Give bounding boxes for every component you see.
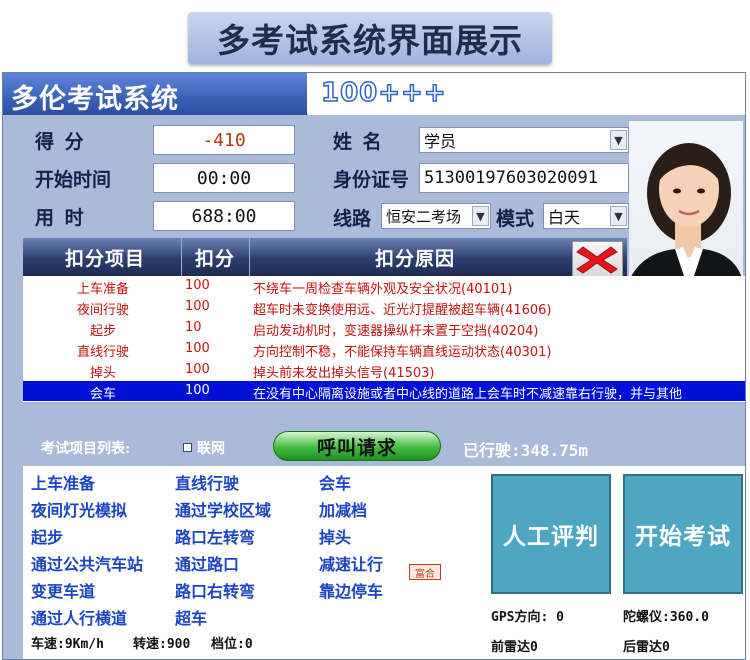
- route-select[interactable]: 恒安二考场 ▼: [381, 203, 491, 229]
- exam-item[interactable]: 通过路口: [175, 551, 239, 575]
- exam-item[interactable]: 通过公共汽车站: [31, 551, 143, 575]
- call-request-button[interactable]: 呼叫请求: [273, 431, 441, 461]
- row-reason: 不绕车一周检查车辆外观及安全状况(40101): [253, 282, 513, 297]
- exam-item[interactable]: 直线行驶: [175, 470, 239, 494]
- chevron-down-icon[interactable]: ▼: [610, 130, 627, 150]
- exam-item[interactable]: 路口右转弯: [175, 578, 255, 602]
- exam-item[interactable]: 路口左转弯: [175, 524, 255, 548]
- exam-item[interactable]: 上车准备: [31, 470, 95, 494]
- route-label: 线路: [333, 208, 372, 230]
- table-row[interactable]: 上车准备 100 不绕车一周检查车辆外观及安全状况(40101): [23, 276, 745, 297]
- row-item: 掉头: [89, 366, 116, 381]
- gps-direction-readout: GPS方向: 0: [491, 610, 564, 625]
- id-number-label: 身份证号: [333, 169, 410, 191]
- row-points: 100: [185, 383, 210, 398]
- deduction-table-header: 扣分项目 扣分 扣分原因: [23, 238, 627, 276]
- row-reason: 在没有中心隔离设施或者中心线的道路上会车时不减速靠右行驶，并与其他: [253, 387, 683, 402]
- exam-item[interactable]: 掉头: [319, 524, 351, 548]
- score-label: 得 分: [35, 131, 86, 153]
- network-checkbox[interactable]: [183, 443, 192, 452]
- exam-item[interactable]: 起步: [31, 524, 63, 548]
- candidate-info-panel: 得 分 -410 开始时间 00:00 用 时 688:00 姓 名 学员 ▼ …: [15, 115, 635, 237]
- mode-select[interactable]: 白天 ▼: [543, 203, 629, 229]
- row-item: 起步: [89, 324, 116, 339]
- manual-judge-button[interactable]: 人工评判: [491, 474, 611, 594]
- exam-list-label: 考试项目列表:: [41, 441, 131, 457]
- exam-item[interactable]: 通过学校区域: [175, 497, 271, 521]
- row-points: 100: [185, 362, 210, 377]
- speed-readout: 车速:9Km/h: [31, 637, 104, 652]
- score-field: -410: [153, 125, 295, 155]
- header-divider: [181, 238, 182, 276]
- exam-item-list-bar: 考试项目列表: 联网 呼叫请求 已行驶:348.75m: [23, 429, 745, 465]
- table-row-selected[interactable]: 会车 100 在没有中心隔离设施或者中心线的道路上会车时不减速靠右行驶，并与其他: [23, 381, 745, 402]
- network-label: 联网: [197, 441, 225, 457]
- row-points: 100: [185, 341, 210, 356]
- row-reason: 超车时未变换使用远、近光灯提醒被超车辆(41606): [253, 303, 552, 318]
- close-button[interactable]: [572, 241, 623, 278]
- app-title: 多伦考试系统: [11, 84, 179, 115]
- exam-item[interactable]: 减速让行: [319, 551, 383, 575]
- chevron-down-icon[interactable]: ▼: [610, 206, 627, 226]
- title-code-area: 100+++: [307, 73, 745, 115]
- col-header-reason: 扣分原因: [375, 248, 456, 270]
- row-reason: 方向控制不稳，不能保持车辆直线运动状态(40301): [253, 345, 552, 360]
- row-points: 100: [185, 278, 210, 293]
- rpm-readout: 转速:900: [133, 637, 191, 652]
- start-exam-button[interactable]: 开始考试: [623, 474, 743, 594]
- exam-item[interactable]: 会车: [319, 470, 351, 494]
- rear-radar-readout: 后雷达0: [623, 640, 670, 655]
- row-item: 直线行驶: [76, 345, 129, 360]
- app-code: 100+++: [320, 77, 447, 109]
- table-row[interactable]: 掉头 100 掉头前未发出掉头信号(41503): [23, 360, 745, 381]
- col-header-item: 扣分项目: [65, 248, 146, 270]
- banner-title: 多考试系统界面展示: [217, 21, 523, 60]
- row-reason: 启动发动机时，变速器操纵杆未置于空挡(40204): [253, 324, 539, 339]
- name-value: 学员: [424, 132, 457, 151]
- header-divider: [249, 238, 250, 276]
- duration-field: 688:00: [153, 201, 295, 231]
- chevron-down-icon[interactable]: ▼: [472, 206, 489, 226]
- row-item: 夜间行驶: [76, 303, 129, 318]
- row-points: 10: [185, 320, 202, 335]
- exam-app-window: 多伦考试系统 100+++ 得 分 -410 开始时间 00:00 用 时 68…: [2, 72, 746, 660]
- col-header-points: 扣分: [195, 248, 236, 270]
- gear-readout: 档位:0: [211, 637, 253, 652]
- route-value: 恒安二考场: [386, 207, 462, 226]
- row-item: 上车准备: [76, 282, 129, 297]
- close-icon[interactable]: [573, 242, 622, 277]
- id-number-field: 51300197603020091: [419, 163, 629, 193]
- deduction-table-body: 上车准备 100 不绕车一周检查车辆外观及安全状况(40101) 夜间行驶 10…: [23, 276, 745, 402]
- mode-label: 模式: [496, 208, 535, 230]
- table-row[interactable]: 夜间行驶 100 超车时未变换使用远、近光灯提醒被超车辆(41606): [23, 297, 745, 318]
- distance-travelled: 已行驶:348.75m: [463, 441, 589, 460]
- banner: 多考试系统界面展示: [188, 12, 552, 64]
- exam-item[interactable]: 超车: [175, 605, 207, 629]
- front-radar-readout: 前雷达0: [491, 640, 538, 655]
- exam-item[interactable]: 靠边停车: [319, 578, 383, 602]
- duration-label: 用 时: [35, 207, 86, 229]
- exam-item[interactable]: 变更车道: [31, 578, 95, 602]
- table-row[interactable]: 起步 10 启动发动机时，变速器操纵杆未置于空挡(40204): [23, 318, 745, 339]
- name-select[interactable]: 学员 ▼: [419, 127, 629, 153]
- row-reason: 掉头前未发出掉头信号(41503): [253, 366, 435, 381]
- exam-item[interactable]: 夜间灯光模拟: [31, 497, 127, 521]
- table-row[interactable]: 直线行驶 100 方向控制不稳，不能保持车辆直线运动状态(40301): [23, 339, 745, 360]
- row-item: 会车: [89, 387, 116, 402]
- title-bar: 多伦考试系统 100+++: [3, 73, 745, 115]
- start-time-field: 00:00: [153, 163, 295, 193]
- page: 多考试系统界面展示 多伦考试系统 100+++ 得 分 -410 开始时间 00…: [0, 0, 750, 660]
- gyroscope-readout: 陀螺仪:360.0: [623, 610, 709, 625]
- exam-item[interactable]: 通过人行横道: [31, 605, 127, 629]
- row-points: 100: [185, 299, 210, 314]
- name-label: 姓 名: [333, 131, 384, 153]
- exam-items-panel: 上车准备 夜间灯光模拟 起步 通过公共汽车站 变更车道 通过人行横道 直线行驶 …: [23, 466, 745, 659]
- mode-value: 白天: [548, 208, 581, 227]
- small-action-button[interactable]: 富合: [409, 564, 441, 580]
- start-time-label: 开始时间: [35, 169, 112, 191]
- exam-item[interactable]: 加减档: [319, 497, 367, 521]
